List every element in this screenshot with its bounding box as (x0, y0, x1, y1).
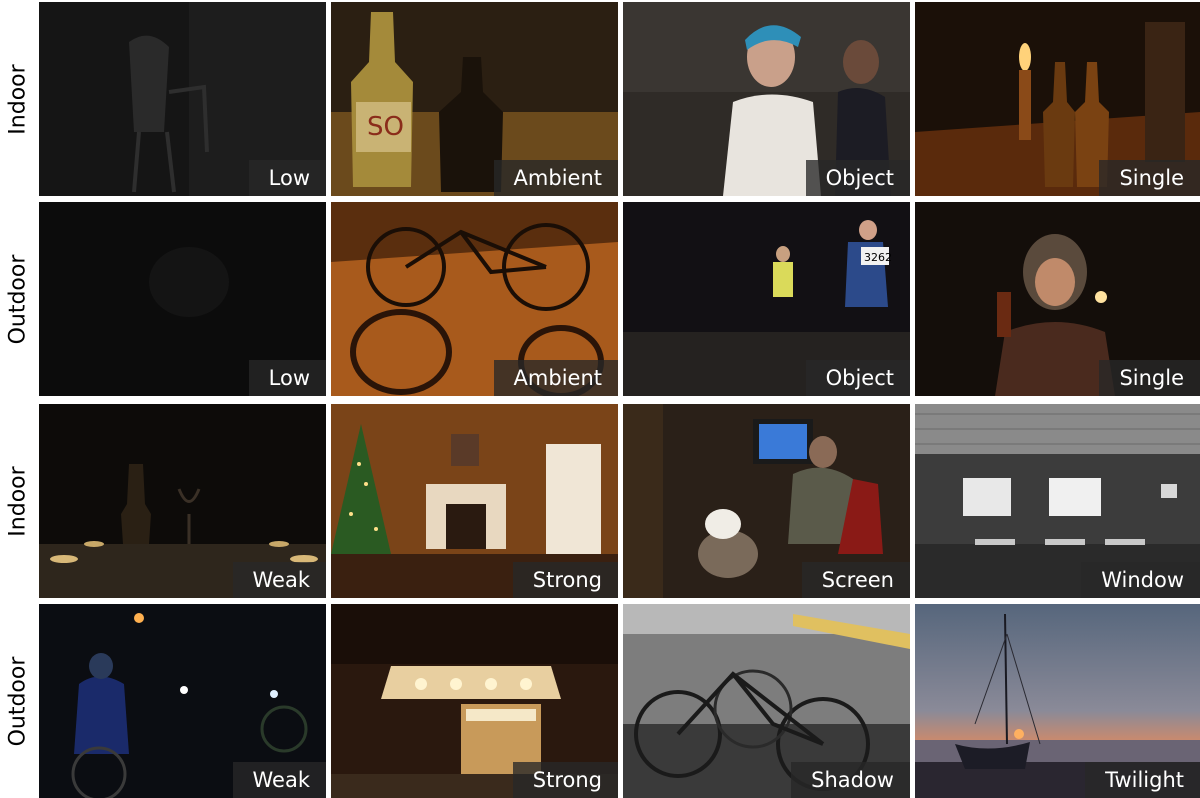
light-condition-label: Window (1081, 562, 1200, 598)
light-condition-label: Low (248, 360, 326, 396)
light-condition-label: Weak (232, 562, 326, 598)
row-label-outdoor-2: Outdoor (5, 656, 31, 746)
light-condition-label: Strong (512, 562, 618, 598)
light-condition-label: Shadow (791, 762, 910, 798)
row-label-indoor-2: Indoor (5, 465, 31, 537)
candlelit-table-photo: Weak (39, 404, 326, 598)
person-with-candle-photo: Single (915, 202, 1200, 396)
classroom-window-photo: Window (915, 404, 1200, 598)
bicycle-shadow-photo: Ambient (331, 202, 618, 396)
row-label-outdoor-1: Outdoor (5, 254, 31, 344)
light-condition-label: Weak (232, 762, 326, 798)
chair-in-dark-room-photo: Low (39, 2, 326, 196)
light-condition-label: Single (1099, 360, 1200, 396)
light-condition-label: Single (1099, 160, 1200, 196)
row-label-indoor-1: Indoor (5, 63, 31, 135)
light-condition-label: Twilight (1085, 762, 1200, 798)
svg-text:SO: SO (367, 112, 404, 142)
bicycles-shadow-street-photo: Shadow (623, 604, 910, 798)
christmas-living-room-photo: Strong (331, 404, 618, 598)
hotel-entrance-night-photo: Strong (331, 604, 618, 798)
dark-outdoor-scene-photo: Low (39, 202, 326, 396)
sailboat-twilight-photo: Twilight (915, 604, 1200, 798)
beer-bottles-photo: SO Ambient (331, 2, 618, 196)
night-cyclists-photo: Weak (39, 604, 326, 798)
light-condition-label: Object (805, 160, 910, 196)
night-runners-photo: 3262 Object (623, 202, 910, 396)
svg-text:3262: 3262 (864, 251, 892, 264)
light-condition-label: Strong (512, 762, 618, 798)
candle-and-bottles-photo: Single (915, 2, 1200, 196)
man-at-computer-with-dog-photo: Screen (623, 404, 910, 598)
woman-with-bandana-photo: Object (623, 2, 910, 196)
light-condition-label: Object (805, 360, 910, 396)
light-condition-label: Screen (801, 562, 910, 598)
light-condition-label: Low (248, 160, 326, 196)
light-condition-label: Ambient (493, 360, 618, 396)
light-condition-label: Ambient (493, 160, 618, 196)
